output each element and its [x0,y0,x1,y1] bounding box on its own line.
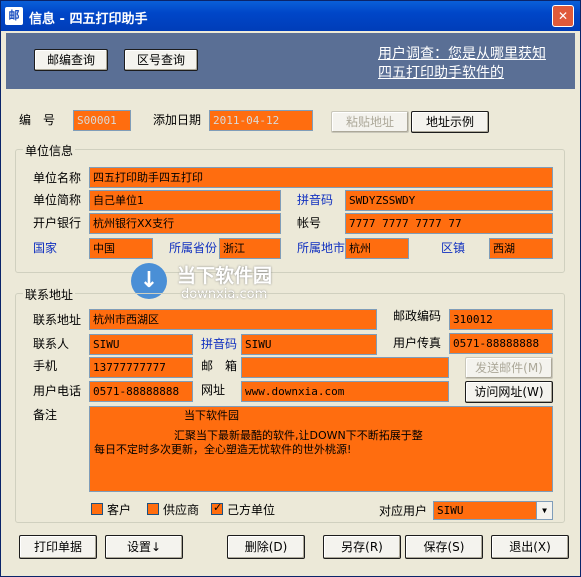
person-label: 联系人 [33,337,70,351]
district-field[interactable]: 西湖 [489,238,553,259]
memo-field[interactable]: 当下软件园 汇聚当下最新最酷的软件,让DOWN下不断拓展于整 每日不定时多次更新… [89,406,553,492]
survey-link[interactable]: 用户调查：您是从哪里获知 四五打印助手软件的 [378,45,546,83]
unit-short-field[interactable]: 自己单位1 [89,190,281,211]
unit-name-field[interactable]: 四五打印助手四五打印 [89,167,553,188]
country-field[interactable]: 中国 [89,238,153,259]
supplier-label: 供应商 [163,503,200,517]
unit-short-label: 单位简称 [33,193,82,207]
phone-field[interactable]: 0571-88888888 [89,381,193,402]
customer-label: 客户 [107,503,132,517]
memo-line-3: 每日不定时多次更新，全心塑造无忧软件的世外桃源! [94,443,352,456]
fax-label: 用户传真 [393,336,442,350]
save-as-button[interactable]: 另存(R) [323,535,401,559]
city-field[interactable]: 杭州 [345,238,409,259]
person-pinyin-label: 拼音码 [201,337,238,351]
print-button[interactable]: 打印单据 [19,535,97,559]
unit-pinyin-label: 拼音码 [297,193,334,207]
close-icon[interactable]: ✕ [552,5,574,27]
number-field[interactable]: S00001 [73,110,131,131]
contact-legend: 联系地址 [23,286,76,303]
banner: 邮编查询 区号查询 用户调查：您是从哪里获知 四五打印助手软件的 [6,33,575,89]
save-button[interactable]: 保存(S) [405,535,483,559]
phone-label: 用户电话 [33,384,82,398]
delete-button[interactable]: 删除(D) [227,535,305,559]
address-example-button[interactable]: 地址示例 [411,111,489,133]
email-label: 邮 箱 [201,359,238,373]
province-label: 所属省份 [169,241,218,255]
info-window: 邮 信息 - 四五打印助手 ✕ 邮编查询 区号查询 用户调查：您是从哪里获知 四… [0,0,581,577]
send-mail-button[interactable]: 发送邮件(M) [465,357,553,379]
city-label: 所属地市 [297,241,346,255]
postcode-field[interactable]: 310012 [449,309,553,330]
country-label: 国家 [33,241,58,255]
user-select[interactable]: SIWU ▼ [433,501,553,520]
province-field[interactable]: 浙江 [219,238,281,259]
chevron-down-icon[interactable]: ▼ [536,502,552,519]
mobile-label: 手机 [33,359,58,373]
app-icon: 邮 [5,7,23,25]
memo-label: 备注 [33,408,58,422]
date-field[interactable]: 2011-04-12 [209,110,313,131]
fax-field[interactable]: 0571-88888888 [449,333,553,354]
mobile-field[interactable]: 13777777777 [89,357,193,378]
number-label: 编 号 [19,113,56,127]
bank-field[interactable]: 杭州银行XX支行 [89,213,281,234]
bank-label: 开户银行 [33,216,82,230]
customer-checkbox[interactable] [91,503,103,515]
self-unit-checkbox[interactable] [211,501,223,515]
areacode-query-button[interactable]: 区号查询 [124,49,198,71]
visit-website-button[interactable]: 访问网址(W) [465,381,553,403]
email-field[interactable] [241,357,449,378]
user-select-value: SIWU [437,504,464,517]
website-field[interactable]: www.downxia.com [241,381,449,402]
watermark-title: 当下软件园 [177,265,273,287]
unit-info-legend: 单位信息 [23,142,76,159]
settings-button[interactable]: 设置↓ [105,535,183,559]
district-label: 区镇 [441,241,466,255]
paste-address-button[interactable]: 粘贴地址 [331,111,409,133]
memo-line-1: 当下软件园 [184,409,239,422]
unit-pinyin-field[interactable]: SWDYZSSWDY [345,190,553,211]
website-label: 网址 [201,383,226,397]
address-label: 联系地址 [33,313,82,327]
exit-button[interactable]: 退出(X) [491,535,569,559]
survey-line-2: 四五打印助手软件的 [378,65,504,81]
person-pinyin-field[interactable]: SIWU [241,334,377,355]
date-label: 添加日期 [153,113,202,127]
supplier-checkbox[interactable] [147,503,159,515]
user-label: 对应用户 [379,504,428,518]
address-field[interactable]: 杭州市西湖区 [89,309,377,330]
self-unit-label: 己方单位 [227,503,276,517]
account-label: 帐号 [297,216,322,230]
person-field[interactable]: SIWU [89,334,193,355]
postcode-query-button[interactable]: 邮编查询 [34,49,108,71]
postcode-label: 邮政编码 [393,309,442,323]
memo-line-2: 汇聚当下最新最酷的软件,让DOWN下不断拓展于整 [174,429,423,442]
survey-line-1: 用户调查：您是从哪里获知 [378,46,546,62]
window-title: 信息 - 四五打印助手 [29,12,148,27]
title-bar[interactable]: 邮 信息 - 四五打印助手 ✕ [1,1,580,31]
account-field[interactable]: 7777 7777 7777 77 [345,213,553,234]
unit-name-label: 单位名称 [33,171,82,185]
